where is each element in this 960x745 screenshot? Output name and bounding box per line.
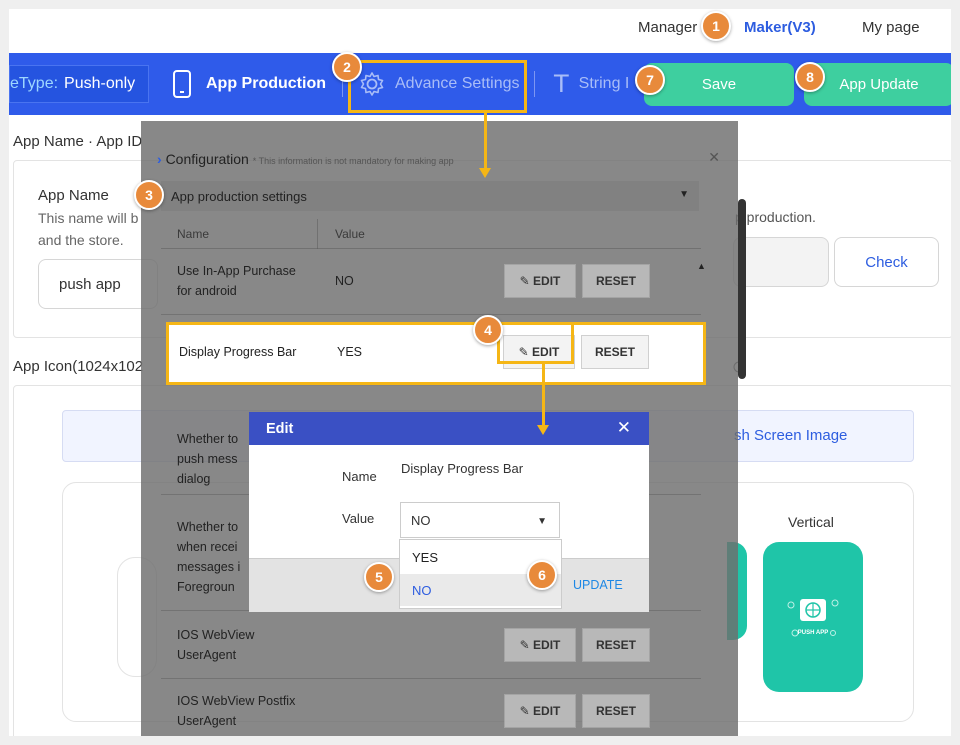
app-type-tab[interactable]: eType: Push-only (9, 65, 149, 103)
vertical-label: Vertical (788, 514, 834, 530)
app-type-value: Push-only (64, 75, 136, 92)
app-update-button[interactable]: App Update (804, 63, 951, 106)
caret-down-icon: ▼ (679, 189, 689, 200)
update-button[interactable]: UPDATE (573, 578, 623, 592)
nav-manager[interactable]: Manager (638, 19, 697, 36)
col-divider (317, 219, 318, 249)
app-name-input-value: push app (59, 275, 121, 293)
app-production-settings-label: App production settings (171, 188, 307, 204)
app-production-settings-header[interactable]: App production settings ▼ (161, 181, 699, 211)
vertical-preview[interactable]: PUSH APP (763, 542, 863, 692)
push-app-caption: PUSH APP (797, 630, 829, 636)
reset-button[interactable]: RESET (582, 264, 650, 298)
header-divider (161, 248, 701, 249)
row-name: IOS WebView Postfix UserAgent (177, 694, 296, 728)
tab-string-label: String I (578, 75, 630, 92)
row-name: Use In-App Purchase for android (177, 264, 296, 298)
nav-my-page[interactable]: My page (862, 19, 920, 36)
edit-button[interactable]: ✎ EDIT (504, 694, 576, 728)
step-badge-1: 1 (701, 11, 731, 41)
close-icon[interactable]: ✕ (708, 149, 720, 166)
app-name-desc-1: This name will b (38, 210, 139, 226)
callout-arrow (542, 364, 545, 426)
value-select-current: NO (411, 512, 431, 528)
chevron-right-icon: › (157, 151, 162, 167)
table-row: Use In-App Purchase for android NO ✎ EDIT… (161, 251, 701, 315)
save-button[interactable]: Save (644, 63, 794, 106)
step-badge-3: 3 (134, 180, 164, 210)
caret-down-icon: ▼ (537, 516, 547, 527)
scrollbar-thumb[interactable] (738, 199, 746, 379)
section-app-name-id: App Name · App ID (13, 133, 143, 150)
callout-arrow-head (479, 168, 491, 178)
step-badge-7: 7 (635, 65, 665, 95)
col-value: Value (335, 227, 365, 241)
step-badge-6: 6 (527, 560, 557, 590)
pencil-icon: ✎ (519, 638, 530, 652)
pencil-icon: ✎ (519, 274, 530, 288)
name-label: Name (342, 469, 377, 484)
reset-button[interactable]: RESET (582, 694, 650, 728)
push-app-icon (787, 599, 839, 637)
configuration-title-text: Configuration (165, 151, 249, 167)
callout-highlight-advance-settings (348, 60, 527, 113)
top-nav: Manager Maker(V3) My page (9, 9, 951, 53)
text-t-icon: T (554, 70, 569, 98)
pencil-icon: ✎ (519, 704, 530, 718)
edit-button[interactable]: ✎ EDIT (504, 264, 576, 298)
reset-button[interactable]: RESET (581, 335, 649, 369)
check-button[interactable]: Check (834, 237, 939, 287)
table-row: IOS WebView Postfix UserAgent ✎ EDIT RESE… (161, 679, 701, 736)
tab-splash-screen-image[interactable]: sh Screen Image (734, 427, 847, 444)
section-app-icon: App Icon(1024x102 (13, 358, 144, 375)
row-value: NO (335, 274, 354, 288)
app-production-note: p production. (735, 209, 816, 225)
step-badge-8: 8 (795, 62, 825, 92)
app-type-prefix: eType: (10, 75, 59, 92)
name-value: Display Progress Bar (401, 461, 524, 476)
value-label: Value (342, 511, 375, 526)
row-name: Whether to when recei messages i Foregroun (177, 520, 241, 594)
value-select[interactable]: NO ▼ (400, 502, 560, 538)
phone-icon (173, 70, 191, 98)
app-id-input[interactable] (733, 237, 829, 287)
step-badge-5: 5 (364, 562, 394, 592)
configuration-title: › Configuration * This information is no… (157, 151, 454, 167)
app-name-desc-2: and the store. (38, 232, 124, 248)
nav-maker[interactable]: Maker(V3) (744, 19, 816, 36)
step-badge-2: 2 (332, 52, 362, 82)
edit-button[interactable]: ✎ EDIT (504, 628, 576, 662)
row-name: Display Progress Bar (179, 345, 297, 359)
configuration-subtitle: * This information is not mandatory for … (252, 156, 454, 166)
col-name: Name (177, 227, 210, 241)
settings-table-header: Name Value (161, 219, 701, 249)
callout-arrow-head (537, 425, 549, 435)
row-name: IOS WebView UserAgent (177, 628, 255, 662)
edit-dialog-title: Edit (266, 420, 294, 437)
app-name-input[interactable]: push app (38, 259, 158, 309)
app-name-label: App Name (38, 187, 109, 204)
step-badge-4: 4 (473, 315, 503, 345)
app-window: Manager Maker(V3) My page eType: Push-on… (9, 9, 951, 736)
callout-highlight-edit (497, 322, 574, 364)
callout-arrow (484, 113, 487, 169)
table-row: IOS WebView UserAgent ✎ EDIT RESET (161, 611, 701, 679)
row-name: Whether to push mess dialog (177, 432, 239, 486)
tab-app-production-label: App Production (206, 75, 326, 92)
close-icon[interactable]: ✕ (617, 418, 631, 438)
tab-string[interactable]: T String I (554, 53, 629, 115)
edit-dialog-header: Edit (249, 412, 649, 445)
tab-app-production[interactable]: App Production (172, 53, 326, 115)
modal-scrollbar[interactable] (737, 189, 747, 734)
reset-button[interactable]: RESET (582, 628, 650, 662)
toolbar-divider (534, 71, 535, 97)
display-progress-bar-row: Display Progress Bar YES ✎ EDIT RESET (166, 322, 706, 385)
row-value: YES (337, 345, 363, 359)
